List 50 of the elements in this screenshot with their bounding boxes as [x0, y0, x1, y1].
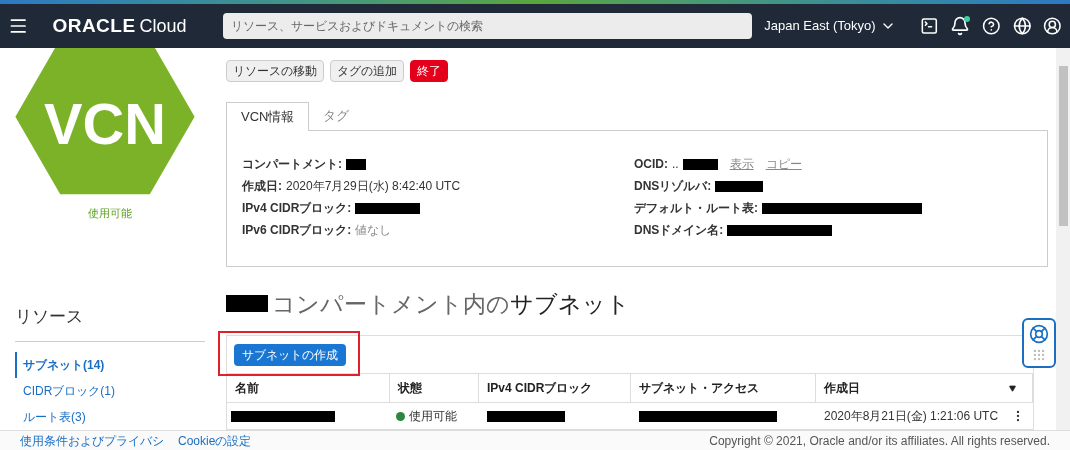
column-header[interactable]: IPv4 CIDRブロック: [479, 374, 631, 402]
action-button[interactable]: 終了: [410, 60, 448, 82]
link[interactable]: コピー: [765, 155, 802, 174]
column-header[interactable]: 状態: [390, 374, 479, 402]
copyright-text: Copyright © 2021, Oracle and/or its affiliates. All rights reserved.: [709, 432, 1050, 450]
field-label: DNSドメイン名:: [634, 222, 724, 240]
sidebar-item[interactable]: ルート表(3): [15, 404, 205, 430]
sidebar-item[interactable]: サブネット(14): [15, 352, 205, 379]
create-subnet-button[interactable]: サブネットの作成: [234, 343, 346, 366]
link[interactable]: 表示: [729, 155, 754, 174]
section-heading: コンパートメント内のサブネット: [226, 286, 1048, 321]
region-selector[interactable]: Japan East (Tokyo): [764, 16, 896, 36]
column-header[interactable]: サブネット・アクセス: [631, 374, 816, 402]
field-label: コンパートメント:: [242, 156, 342, 174]
field-value: ..: [672, 156, 679, 174]
scrollbar[interactable]: [1056, 48, 1070, 430]
footer-link[interactable]: Cookieの設定: [178, 431, 252, 450]
help-icon[interactable]: [982, 16, 1001, 36]
search-field[interactable]: リソース、サービスおよびドキュメントの検索: [222, 13, 753, 39]
status-text: 使用可能: [409, 408, 457, 425]
table-cell-text: 2020年8月21日(金) 1:21:06 UTC: [824, 408, 999, 425]
tab[interactable]: VCN情報: [226, 102, 310, 132]
sidebar-title: リソース: [15, 305, 84, 328]
grid-icon: [1032, 348, 1046, 362]
field-label: デフォルト・ルート表:: [634, 200, 758, 218]
column-header[interactable]: 名前: [227, 374, 390, 402]
lifebuoy-icon: [1029, 324, 1049, 344]
tab[interactable]: タグ: [309, 102, 364, 132]
action-button[interactable]: タグの追加: [330, 60, 404, 82]
terminal-icon[interactable]: [919, 16, 939, 36]
sort-icon[interactable]: [1009, 384, 1016, 392]
field-value: 2020年7月29日(水) 8:42:40 UTC: [286, 178, 461, 196]
logo-brand: ORACLE: [52, 13, 136, 38]
footer-link[interactable]: 使用条件およびプライバシ: [20, 431, 164, 450]
vcn-badge: VCN: [15, 48, 195, 196]
user-icon[interactable]: [1043, 16, 1062, 36]
bell-icon[interactable]: [950, 16, 971, 36]
field-label: IPv4 CIDRブロック:: [242, 200, 352, 218]
field-label: DNSリゾルバ:: [634, 178, 712, 196]
field-label: 作成日:: [242, 178, 282, 196]
field-label: IPv6 CIDRブロック:: [242, 222, 352, 240]
status-text: 使用可能: [87, 206, 133, 222]
globe-icon[interactable]: [1012, 16, 1032, 36]
field-value: 値なし: [355, 222, 392, 240]
field-label: OCID:: [634, 156, 668, 174]
column-header[interactable]: 作成日: [816, 374, 1033, 402]
action-button[interactable]: リソースの移動: [226, 60, 324, 82]
help-widget[interactable]: [1022, 318, 1056, 368]
logo-product: Cloud: [139, 14, 187, 38]
sidebar-item[interactable]: CIDRブロック(1): [15, 378, 205, 405]
